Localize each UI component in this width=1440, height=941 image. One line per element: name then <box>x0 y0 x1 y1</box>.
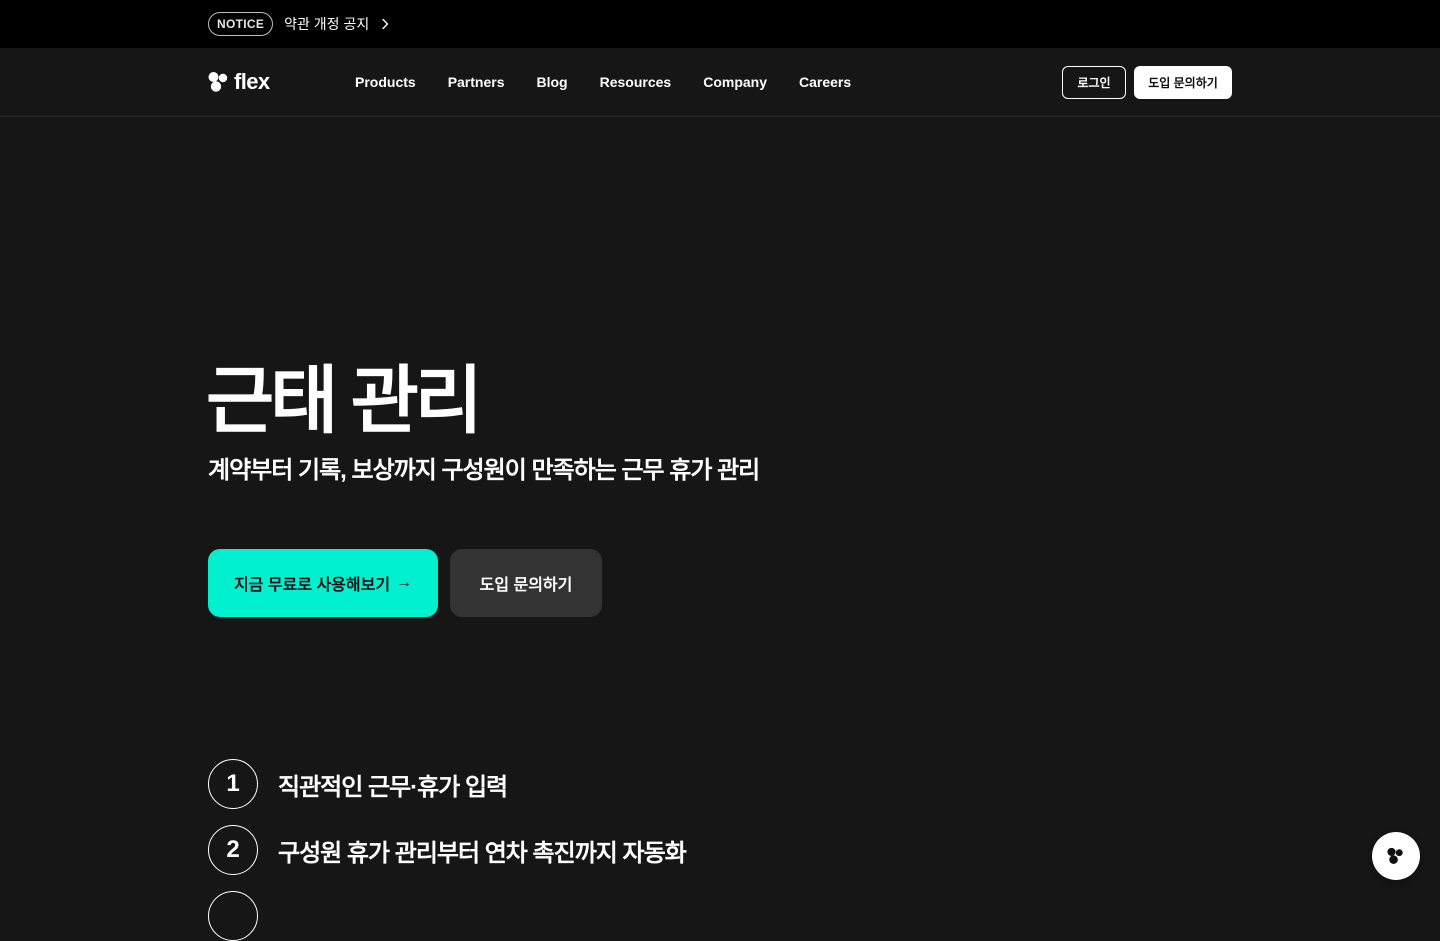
arrow-right-icon: → <box>396 574 413 591</box>
feature-number: 2 <box>208 825 258 875</box>
flex-logo[interactable]: flex <box>208 70 270 94</box>
notice-bar: NOTICE 약관 개정 공지 <box>0 0 1440 48</box>
notice-badge: NOTICE <box>208 12 274 36</box>
nav-blog[interactable]: Blog <box>537 74 568 90</box>
nav-resources[interactable]: Resources <box>600 74 672 90</box>
hero-subtitle: 계약부터 기록, 보상까지 구성원이 만족하는 근무 휴가 관리 <box>208 457 760 484</box>
hero-title: 근태 관리 <box>206 359 483 442</box>
feature-item: 1 직관적인 근무·휴가 입력 <box>208 759 508 809</box>
nav-products[interactable]: Products <box>355 74 416 90</box>
nav-careers[interactable]: Careers <box>799 74 851 90</box>
nav-company[interactable]: Company <box>703 74 767 90</box>
inquiry-button-header[interactable]: 도입 문의하기 <box>1134 66 1232 99</box>
flex-logo-icon <box>1387 847 1403 864</box>
feature-text: 직관적인 근무·휴가 입력 <box>278 773 508 801</box>
feature-item-partial <box>208 891 258 941</box>
free-trial-label: 지금 무료로 사용해보기 <box>233 577 391 594</box>
top-navigation: flex Products Partners Blog Resources Co… <box>0 48 1440 117</box>
chat-button[interactable] <box>1372 832 1420 880</box>
notice-link[interactable]: NOTICE 약관 개정 공지 <box>208 12 389 36</box>
flex-logo-icon <box>208 72 228 92</box>
inquiry-button-hero[interactable]: 도입 문의하기 <box>450 549 602 617</box>
login-button[interactable]: 로그인 <box>1062 66 1126 99</box>
free-trial-button[interactable]: 지금 무료로 사용해보기 → <box>208 549 438 617</box>
feature-number <box>208 891 258 941</box>
logo-wordmark: flex <box>234 69 270 94</box>
notice-text[interactable]: 약관 개정 공지 <box>284 14 369 34</box>
feature-number: 1 <box>208 759 258 809</box>
main-menu: Products Partners Blog Resources Company… <box>355 72 883 92</box>
chevron-right-icon <box>382 18 389 30</box>
nav-partners[interactable]: Partners <box>448 74 505 90</box>
feature-item: 2 구성원 휴가 관리부터 연차 촉진까지 자동화 <box>208 825 687 875</box>
feature-text: 구성원 휴가 관리부터 연차 촉진까지 자동화 <box>278 839 687 867</box>
